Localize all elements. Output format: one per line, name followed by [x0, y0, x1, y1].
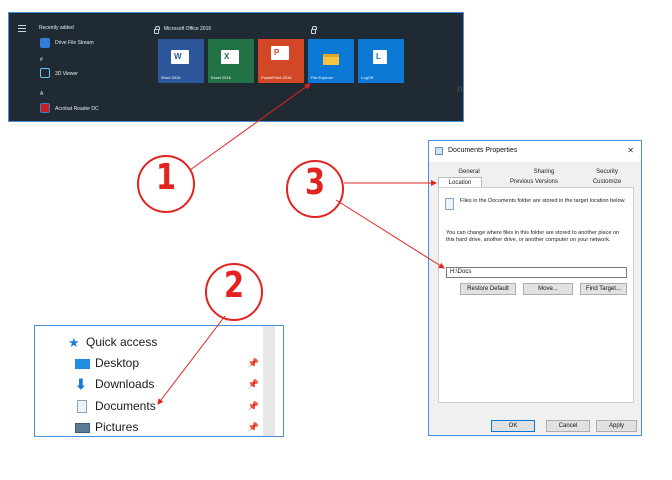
tab-customize[interactable]: Customize — [579, 177, 635, 187]
change-location-text: You can change where files in this folde… — [446, 230, 620, 243]
tile-label: PowerPoint 2016 — [261, 75, 292, 80]
quick-access-item-desktop[interactable]: Desktop — [75, 354, 139, 372]
tile-label: Excel 2016 — [211, 75, 231, 80]
hamburger-menu-icon[interactable] — [18, 25, 26, 32]
dialog-titlebar[interactable]: Documents Properties ✕ — [429, 141, 641, 162]
move-button[interactable]: Move... — [523, 283, 573, 295]
quick-access-item-documents[interactable]: Documents — [75, 397, 156, 415]
group-lock-icon — [154, 26, 160, 34]
desktop-icon — [75, 357, 90, 370]
acrobat-icon — [40, 103, 50, 113]
folder-properties-icon — [435, 147, 443, 155]
tab-security[interactable]: Security — [579, 167, 635, 177]
app-acrobat-reader[interactable]: Acrobat Reader DC — [55, 106, 99, 112]
tile-label: File Explorer — [311, 75, 334, 80]
pin-icon[interactable]: 📌 — [248, 379, 259, 390]
downloads-icon: ⬇ — [75, 375, 87, 392]
find-target-button[interactable]: Find Target... — [580, 283, 627, 295]
callout-step-3: 3 — [286, 160, 344, 218]
app-3d-viewer[interactable]: 3D Viewer — [55, 71, 78, 77]
quick-access-label: Quick access — [86, 335, 158, 349]
callout-step-2: 2 — [205, 263, 263, 321]
restore-default-button[interactable]: Restore Default — [460, 283, 516, 295]
documents-icon — [75, 399, 90, 413]
3d-viewer-icon — [40, 68, 50, 78]
pictures-icon — [75, 421, 90, 434]
logoff-icon: L — [373, 50, 387, 64]
scrollbar[interactable] — [263, 326, 275, 436]
target-path-input[interactable]: H:\Docs — [446, 267, 627, 278]
quick-access-item-downloads[interactable]: ⬇ Downloads — [75, 375, 154, 393]
drive-icon — [40, 38, 50, 48]
edge-character: n — [457, 84, 463, 95]
tile-powerpoint[interactable]: P PowerPoint 2016 — [258, 39, 304, 83]
powerpoint-icon: P — [271, 46, 289, 60]
callout-number: 3 — [304, 162, 326, 203]
group-lock-icon-2 — [311, 26, 317, 34]
close-icon[interactable]: ✕ — [627, 146, 634, 155]
callout-number: 1 — [155, 157, 177, 198]
star-icon: ★ — [68, 334, 80, 350]
tab-sharing[interactable]: Sharing — [509, 167, 579, 177]
start-menu-screenshot: Recently added Drive File Stream # 3D Vi… — [8, 12, 464, 122]
letter-hash[interactable]: # — [40, 57, 43, 63]
info-text: Files in the Documents folder are stored… — [460, 198, 626, 204]
quick-access-header[interactable]: ★ Quick access — [68, 333, 157, 351]
excel-icon: X — [221, 50, 239, 64]
item-label: Desktop — [95, 356, 140, 370]
tile-file-explorer[interactable]: File Explorer — [308, 39, 354, 83]
item-label: Documents — [95, 399, 156, 413]
ok-button[interactable]: OK — [491, 420, 535, 432]
callout-number: 2 — [223, 265, 245, 306]
apply-button[interactable]: Apply — [596, 420, 637, 432]
tab-general[interactable]: General — [439, 167, 499, 177]
quick-access-item-pictures[interactable]: Pictures — [75, 418, 138, 436]
callout-step-1: 1 — [137, 155, 195, 213]
documents-properties-dialog: Documents Properties ✕ General Sharing S… — [428, 140, 642, 436]
recently-added-heading: Recently added — [39, 25, 74, 31]
location-tab-pane — [438, 187, 634, 403]
quick-access-screenshot: ★ Quick access Desktop ⬇ Downloads Docum… — [34, 325, 284, 437]
pin-icon[interactable]: 📌 — [248, 422, 259, 433]
item-label: Downloads — [95, 377, 155, 391]
letter-a[interactable]: A — [40, 91, 43, 97]
tile-logoff[interactable]: L LogOff — [358, 39, 404, 83]
tile-excel[interactable]: X Excel 2016 — [208, 39, 254, 83]
dialog-title: Documents Properties — [448, 147, 518, 154]
word-icon: W — [171, 50, 189, 64]
item-label: Pictures — [95, 420, 139, 434]
pin-icon[interactable]: 📌 — [248, 358, 259, 369]
tile-label: LogOff — [361, 75, 373, 80]
pin-icon[interactable]: 📌 — [248, 401, 259, 412]
app-drive-file-stream[interactable]: Drive File Stream — [55, 40, 94, 46]
group-title[interactable]: Microsoft Office 2016 — [164, 26, 211, 32]
cancel-button[interactable]: Cancel — [546, 420, 590, 432]
tile-word[interactable]: W Word 2016 — [158, 39, 204, 83]
tab-previous-versions[interactable]: Previous Versions — [489, 177, 579, 187]
tile-label: Word 2016 — [161, 75, 181, 80]
documents-folder-icon — [445, 198, 454, 210]
tutorial-canvas: Recently added Drive File Stream # 3D Vi… — [0, 0, 672, 480]
folder-icon — [323, 54, 339, 65]
